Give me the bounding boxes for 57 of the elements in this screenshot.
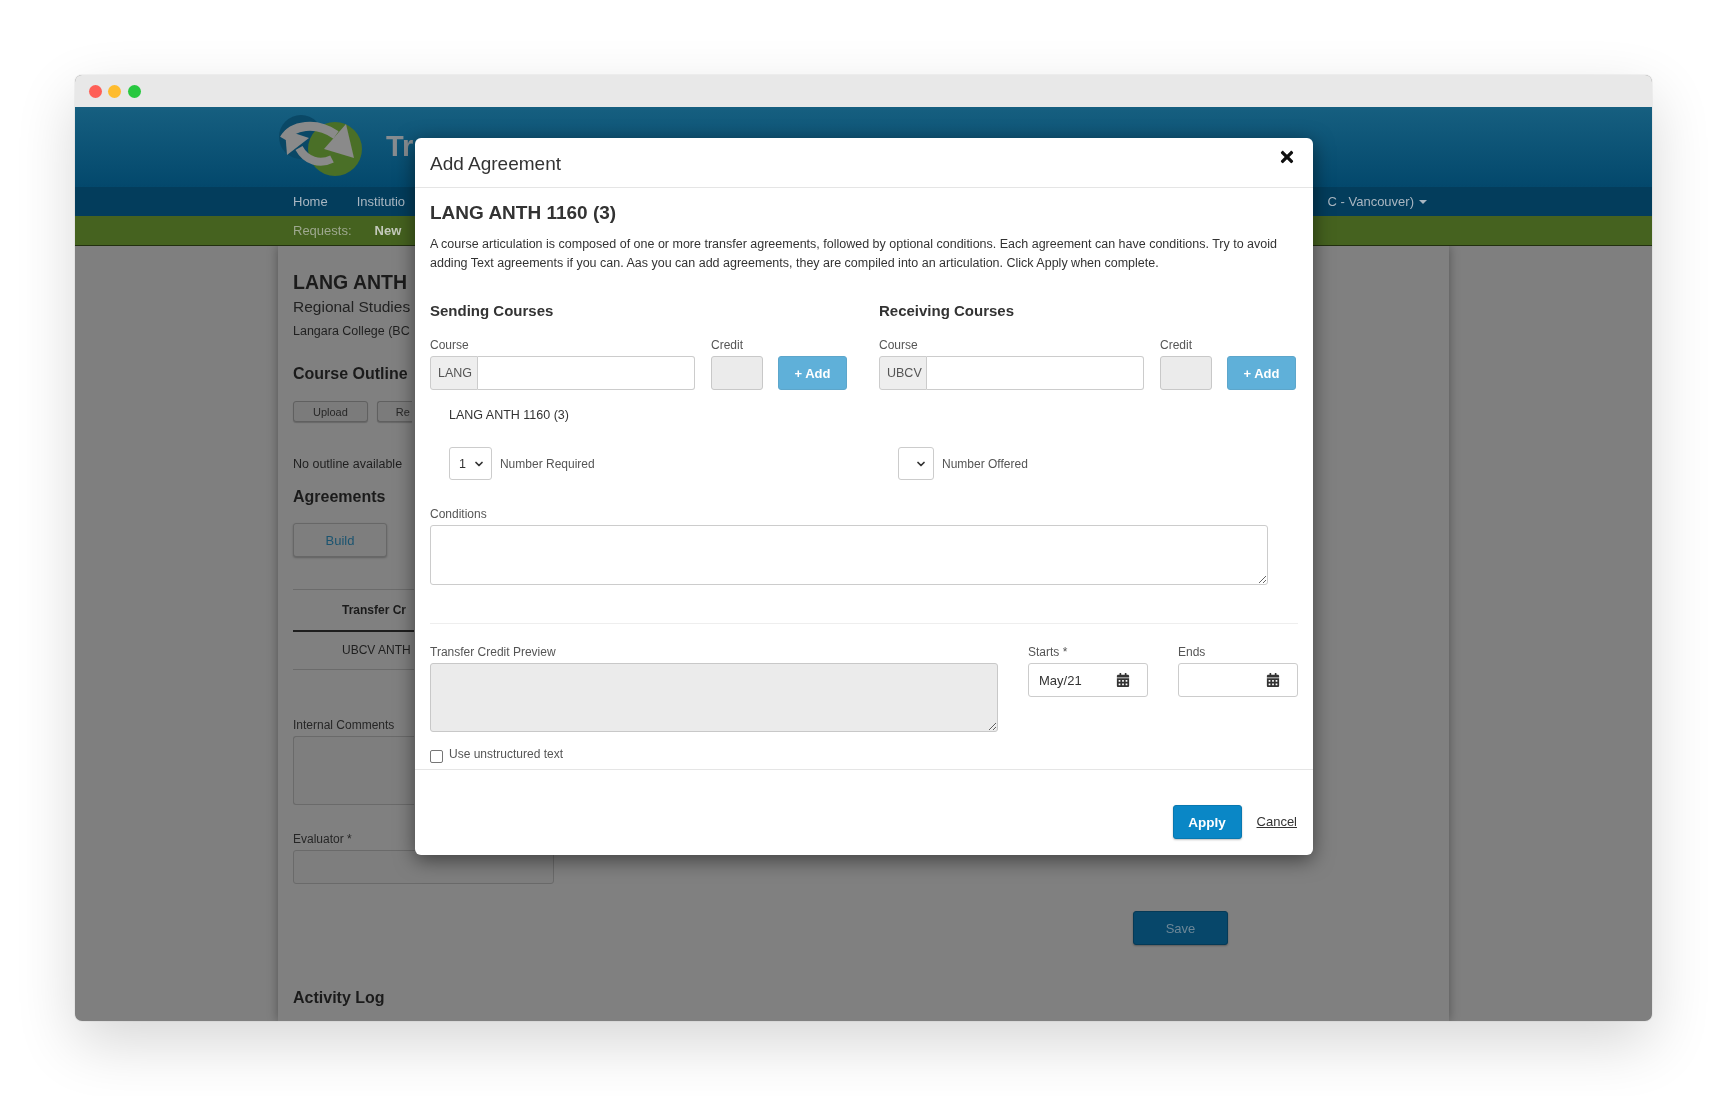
field-label: Course xyxy=(430,338,470,352)
modal-title: Add Agreement xyxy=(430,151,561,176)
section-heading: Receiving Courses xyxy=(879,302,1016,320)
logo-icon xyxy=(278,115,363,177)
table-cell: UBCV ANTH xyxy=(293,630,414,670)
field-label: Evaluator * xyxy=(293,832,352,846)
calendar-icon xyxy=(1266,673,1280,687)
nav-link[interactable]: Institutio xyxy=(356,193,406,210)
field-label: Ends xyxy=(1178,645,1207,659)
requests-link[interactable]: New xyxy=(374,222,402,239)
field-label: Starts * xyxy=(1028,645,1069,659)
description-text: A course articulation is composed of one or more transfer agreements, followed by optional conditions. Each agreement can have conditions. Try to avoid adding Text agreements if you can. Aas you can add agreements, they are compiled into an articulation. Click Apply when complete. xyxy=(430,236,1278,272)
date-input[interactable] xyxy=(1178,663,1298,697)
field-label: Credit xyxy=(1160,338,1193,352)
number-select[interactable] xyxy=(898,447,934,480)
checkbox-label: Use unstructured text xyxy=(449,747,564,761)
section-heading: Activity Log xyxy=(293,988,385,1008)
requests-label: Requests: xyxy=(293,222,352,239)
select-label: Number Required xyxy=(499,456,595,471)
institution-text: Langara College (BC xyxy=(293,323,410,339)
close-window-icon[interactable] xyxy=(88,84,102,98)
outline-button[interactable]: Re xyxy=(376,401,412,422)
select-label: Number Offered xyxy=(942,456,1028,471)
field-label: Credit xyxy=(711,338,744,352)
section-heading: Agreements xyxy=(293,487,386,507)
site-title: Tr xyxy=(386,131,414,163)
cancel-link[interactable]: Cancel xyxy=(1256,805,1297,839)
field-label: Course xyxy=(879,338,919,352)
course-title: LANG ANTH 1160 (3) xyxy=(430,202,617,224)
page-title: LANG ANTH xyxy=(293,270,408,294)
field-label: Conditions xyxy=(430,507,487,521)
course-prefix: UBCV xyxy=(879,356,927,390)
checkbox[interactable] xyxy=(430,750,443,763)
minimize-window-icon[interactable] xyxy=(108,84,121,98)
field-label: Transfer Credit Preview xyxy=(430,645,557,659)
comments-field[interactable] xyxy=(293,736,414,805)
course-item: LANG ANTH 1160 (3) xyxy=(449,407,570,423)
date-input[interactable]: May/21 xyxy=(1028,663,1148,697)
zoom-window-icon[interactable] xyxy=(127,84,141,98)
section-heading: Sending Courses xyxy=(430,302,555,320)
outline-message: No outline available xyxy=(293,456,403,472)
nav-link[interactable]: Home xyxy=(293,193,328,210)
calendar-icon xyxy=(1116,673,1130,687)
number-select[interactable]: 1 xyxy=(449,447,492,480)
conditions-field[interactable] xyxy=(430,525,1268,585)
apply-button[interactable]: Apply xyxy=(1172,805,1242,839)
section-heading: Course Outline xyxy=(293,364,408,384)
course-input[interactable] xyxy=(478,356,695,390)
evaluator-input[interactable] xyxy=(293,850,554,884)
course-input[interactable] xyxy=(927,356,1144,390)
save-button[interactable]: Save xyxy=(1133,911,1228,945)
field-label: Internal Comments xyxy=(293,718,395,732)
caret-icon xyxy=(1419,199,1427,204)
outline-button[interactable]: Upload xyxy=(293,401,368,422)
page-subtitle: Regional Studies xyxy=(293,297,411,317)
account-menu[interactable]: C - Vancouver) xyxy=(1327,193,1427,210)
course-prefix: LANG xyxy=(430,356,478,390)
